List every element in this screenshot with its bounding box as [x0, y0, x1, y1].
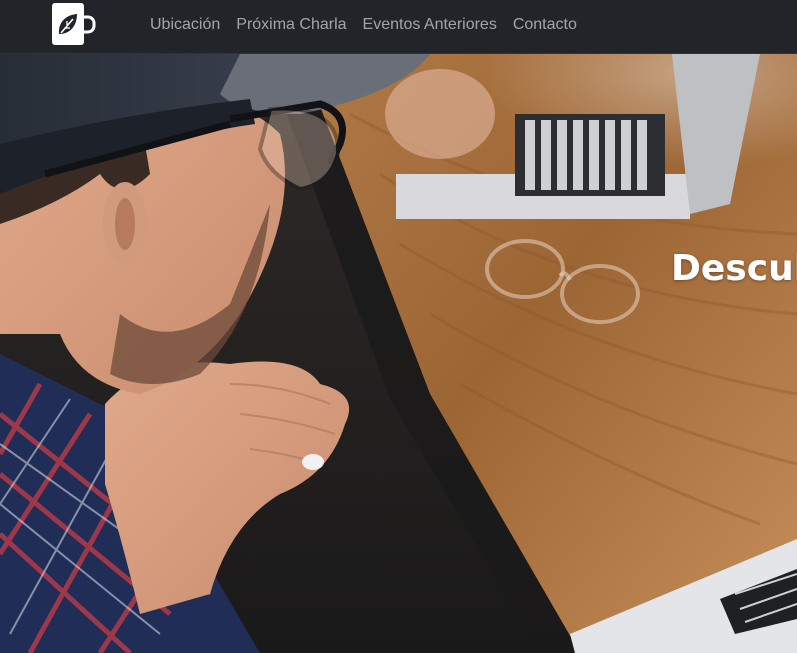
nav-links: Ubicación Próxima Charla Eventos Anterio…: [142, 0, 585, 50]
hero-section: Descub: [0, 54, 797, 653]
nav-link-ubicacion[interactable]: Ubicación: [142, 0, 228, 50]
hero-photo: [0, 54, 797, 653]
logo-icon[interactable]: [52, 3, 96, 47]
top-navbar: Ubicación Próxima Charla Eventos Anterio…: [0, 0, 797, 54]
nav-link-contacto[interactable]: Contacto: [505, 0, 585, 50]
hero-heading: Descub: [671, 248, 797, 289]
nav-link-eventos-anteriores[interactable]: Eventos Anteriores: [355, 0, 505, 50]
nav-link-proxima-charla[interactable]: Próxima Charla: [228, 0, 354, 50]
leaf-mug-icon: [52, 3, 96, 45]
